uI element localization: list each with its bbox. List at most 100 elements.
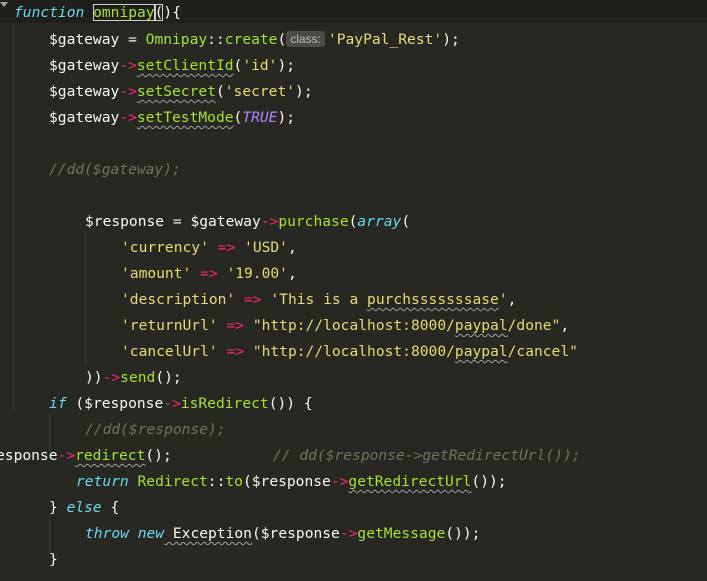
var-gateway: $gateway xyxy=(49,31,120,48)
paren-close: (); xyxy=(155,369,182,386)
double-arrow-op: => xyxy=(191,265,227,282)
string-literal: 'secret' xyxy=(224,83,296,100)
var-gateway: $gateway xyxy=(190,213,261,230)
method-create: create xyxy=(224,31,278,48)
method-setclientid: setClientId xyxy=(136,57,234,74)
method-redirect: redirect xyxy=(75,447,146,464)
code-line-4[interactable]: $gateway->setSecret('secret'); xyxy=(49,79,313,105)
array-value: 'USD' xyxy=(244,239,288,256)
close-brace: } xyxy=(49,499,67,516)
method-setsecret: setSecret xyxy=(136,83,216,100)
keyword-return: return xyxy=(76,473,129,490)
var-response: $response xyxy=(85,213,165,230)
code-line-throw[interactable]: throw new Exception($response->getMessag… xyxy=(85,521,480,547)
paren-open: ( xyxy=(277,31,287,48)
paren-open: ( xyxy=(233,109,243,126)
method-purchase: purchase xyxy=(278,213,349,230)
code-line-close-brace[interactable]: } xyxy=(49,547,58,573)
close-brace: ){ xyxy=(163,4,181,21)
code-line-response[interactable]: $response = $gateway->purchase(array( xyxy=(85,209,410,235)
method-getmessage: getMessage xyxy=(357,525,446,542)
double-arrow-op: => xyxy=(208,239,245,256)
code-line-comment-gateway[interactable]: //dd($gateway); xyxy=(49,157,181,183)
method-isredirect: isRedirect xyxy=(180,395,269,412)
code-line-returnurl[interactable]: 'returnUrl' => "http://localhost:8000/pa… xyxy=(121,313,569,339)
var-response: $response xyxy=(251,473,331,490)
code-line-send[interactable]: ))->send(); xyxy=(85,365,182,391)
class-omnipay: Omnipay xyxy=(145,31,208,48)
keyword-throw: throw xyxy=(85,525,129,542)
paren-open: ( xyxy=(242,473,252,490)
function-name: omnipay xyxy=(93,4,155,21)
array-key: 'currency' xyxy=(121,239,209,256)
double-arrow-op: => xyxy=(217,343,253,360)
array-value: "http://localhost:8000/ xyxy=(252,317,455,334)
arrow-op: -> xyxy=(330,473,349,490)
paren-open: ( xyxy=(233,57,243,74)
paren-close: (); xyxy=(145,447,172,464)
paren-open: ( xyxy=(251,525,261,542)
misspelled-word: purchsssssssase xyxy=(367,291,499,308)
array-key: 'cancelUrl' xyxy=(121,343,218,360)
var-response: $response xyxy=(84,395,164,412)
array-key: 'description' xyxy=(121,291,236,308)
paren-close: ); xyxy=(442,31,460,48)
var-response: $response xyxy=(260,525,340,542)
code-line-3[interactable]: $gateway->setClientId('id'); xyxy=(49,53,295,79)
paren-close: ); xyxy=(277,57,296,74)
code-line-2[interactable]: $gateway = Omnipay::create(class: 'PayPal… xyxy=(49,27,460,53)
paren-open: ( xyxy=(66,395,85,412)
arrow-op: -> xyxy=(119,83,137,100)
comma: , xyxy=(560,317,570,334)
code-editor[interactable]: function omnipay(){ $gateway = Omnipay::… xyxy=(0,0,707,581)
comment: // dd($response->getRedirectUrl()); xyxy=(273,447,581,464)
comment: //dd($gateway); xyxy=(49,161,181,178)
code-line-5[interactable]: $gateway->setTestMode(TRUE); xyxy=(49,105,295,131)
code-line-currency[interactable]: 'currency' => 'USD', xyxy=(121,235,297,261)
param-hint-badge: class: xyxy=(286,31,325,47)
arrow-op: -> xyxy=(163,395,181,412)
code-line-comment-response[interactable]: //dd($response); xyxy=(85,417,226,443)
array-value-end: /cancel" xyxy=(507,343,578,360)
comma: , xyxy=(287,239,297,256)
string-literal: 'id' xyxy=(242,57,278,74)
string-literal: 'PayPal_Rest' xyxy=(327,31,443,48)
method-settestmode: setTestMode xyxy=(136,109,234,126)
paren-open: ( xyxy=(215,83,225,100)
double-arrow-op: => xyxy=(235,291,271,308)
code-line-cancelurl[interactable]: 'cancelUrl' => "http://localhost:8000/pa… xyxy=(121,339,578,365)
method-getredirecturl: getRedirectUrl xyxy=(348,473,472,490)
open-brace: { xyxy=(101,499,120,516)
array-key: 'returnUrl' xyxy=(121,317,218,334)
indent-guide xyxy=(85,232,86,366)
array-value-end: ' xyxy=(498,291,508,308)
code-line-redirect[interactable]: esponse->redirect(); xyxy=(0,443,172,469)
paren-close: ); xyxy=(295,83,313,100)
array-value-end: /done" xyxy=(507,317,561,334)
paren-close: ()); xyxy=(445,525,481,542)
assign: = xyxy=(164,213,191,230)
indent-guide xyxy=(13,24,14,410)
assign: = xyxy=(119,31,146,48)
var-gateway: $gateway xyxy=(49,83,120,100)
scope-sep: :: xyxy=(207,473,226,490)
comment: //dd($response); xyxy=(85,421,226,438)
code-line-if[interactable]: if ($response->isRedirect()) { xyxy=(49,391,313,417)
code-line-redirect-comment[interactable]: // dd($response->getRedirectUrl()); xyxy=(273,443,581,469)
method-to: to xyxy=(225,473,243,490)
code-line-amount[interactable]: 'amount' => '19.00', xyxy=(121,261,297,287)
class-redirect: Redirect xyxy=(128,473,208,490)
close-brace: } xyxy=(49,551,58,568)
code-line-description[interactable]: 'description' => 'This is a purchsssssss… xyxy=(121,287,516,313)
paren-close: ); xyxy=(277,109,296,126)
code-line-return[interactable]: return Redirect::to($response->getRedire… xyxy=(76,469,507,495)
class-exception: Exception xyxy=(164,525,252,542)
array-value: '19.00' xyxy=(226,265,288,282)
code-line-1[interactable]: function omnipay(){ xyxy=(14,0,181,26)
comma: , xyxy=(507,291,517,308)
fold-arrow-icon[interactable] xyxy=(0,2,8,7)
paren-close: )) xyxy=(85,369,103,386)
code-line-else[interactable]: } else { xyxy=(49,495,119,521)
arrow-op: -> xyxy=(119,57,137,74)
keyword-function: function xyxy=(14,4,85,21)
